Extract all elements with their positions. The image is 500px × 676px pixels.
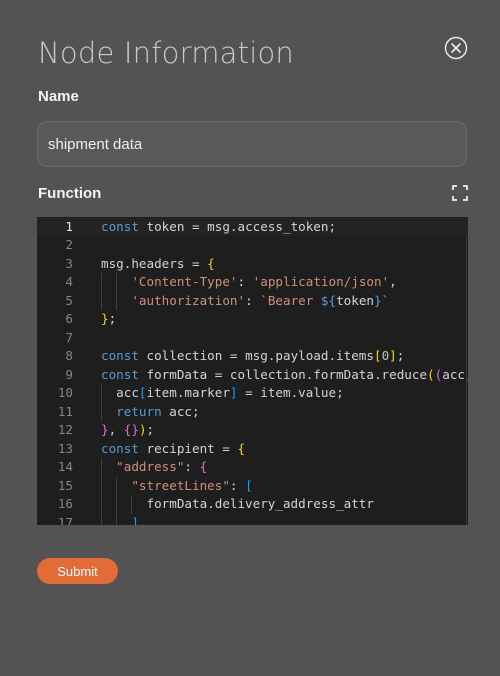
code-line: 11 return acc;	[37, 402, 468, 421]
line-number: 2	[65, 237, 73, 252]
name-input[interactable]	[37, 121, 467, 167]
submit-button[interactable]: Submit	[37, 558, 118, 584]
code-text: }, {});	[101, 422, 155, 437]
code-line: 2	[37, 236, 468, 255]
code-line: 12 }, {});	[37, 421, 468, 440]
code-line: 6};	[37, 310, 468, 329]
line-number: 17	[57, 514, 73, 526]
line-number: 10	[57, 385, 73, 400]
code-line: 14 "address": {	[37, 458, 468, 477]
code-text: const token = msg.access_token;	[101, 218, 337, 234]
code-text: const formData = collection.formData.red…	[101, 366, 468, 382]
code-text: formData.delivery_address_attr	[101, 496, 374, 511]
code-line: 3 msg.headers = {	[37, 255, 468, 274]
line-number: 9	[65, 366, 73, 382]
line-number: 16	[57, 496, 73, 511]
function-label: Function	[38, 185, 102, 202]
code-text: 'Content-Type': 'application/json',	[131, 274, 397, 289]
close-button[interactable]	[444, 36, 468, 60]
line-number: 7	[65, 329, 73, 345]
code-text: };	[101, 311, 117, 326]
line-number: 14	[57, 459, 73, 474]
code-text: const collection = msg.payload.items[0];	[101, 348, 405, 363]
close-circle-icon	[444, 36, 468, 60]
fullscreen-button[interactable]	[452, 185, 468, 201]
code-line: 16 formData.delivery_address_attr	[37, 495, 468, 514]
code-line: 10 acc[item.marker] = item.value;	[37, 384, 468, 403]
line-number: 5	[65, 292, 73, 308]
line-number: 15	[57, 477, 73, 493]
code-text: "streetLines": [	[131, 477, 253, 493]
code-text: "address": {	[116, 459, 208, 474]
code-line: 17 ],	[37, 513, 468, 526]
line-number: 6	[65, 311, 73, 326]
code-line: 9 const formData = collection.formData.re…	[37, 366, 468, 385]
page-title: Node Information	[38, 36, 294, 70]
code-text: acc[item.marker] = item.value;	[101, 385, 344, 400]
code-text: ],	[131, 514, 147, 526]
code-text: const recipient = {	[101, 440, 246, 456]
code-text: msg.headers = {	[101, 255, 215, 271]
code-line: 7	[37, 329, 468, 348]
line-number: 3	[65, 255, 73, 271]
code-text: return acc;	[116, 403, 200, 419]
line-number: 8	[65, 348, 73, 363]
code-line: 4 'Content-Type': 'application/json',	[37, 273, 468, 292]
code-text: 'authorization': `Bearer ${token}`	[131, 292, 390, 308]
name-label: Name	[38, 88, 79, 105]
line-number: 12	[57, 422, 73, 437]
code-line: 13 const recipient = {	[37, 440, 468, 459]
code-editor[interactable]: 1 const token = msg.access_token; 2 3 msg.he…	[37, 217, 468, 525]
line-number: 1	[65, 218, 73, 234]
line-number: 13	[57, 440, 73, 456]
code-line: 5 'authorization': `Bearer ${token}`	[37, 291, 468, 310]
line-number: 11	[57, 403, 73, 419]
code-line: 1 const token = msg.access_token;	[37, 217, 468, 236]
code-line: 15 "streetLines": [	[37, 476, 468, 495]
code-line: 8 const collection = msg.payload.items[0]…	[37, 347, 468, 366]
line-number: 4	[65, 274, 73, 289]
fullscreen-icon	[452, 185, 468, 201]
